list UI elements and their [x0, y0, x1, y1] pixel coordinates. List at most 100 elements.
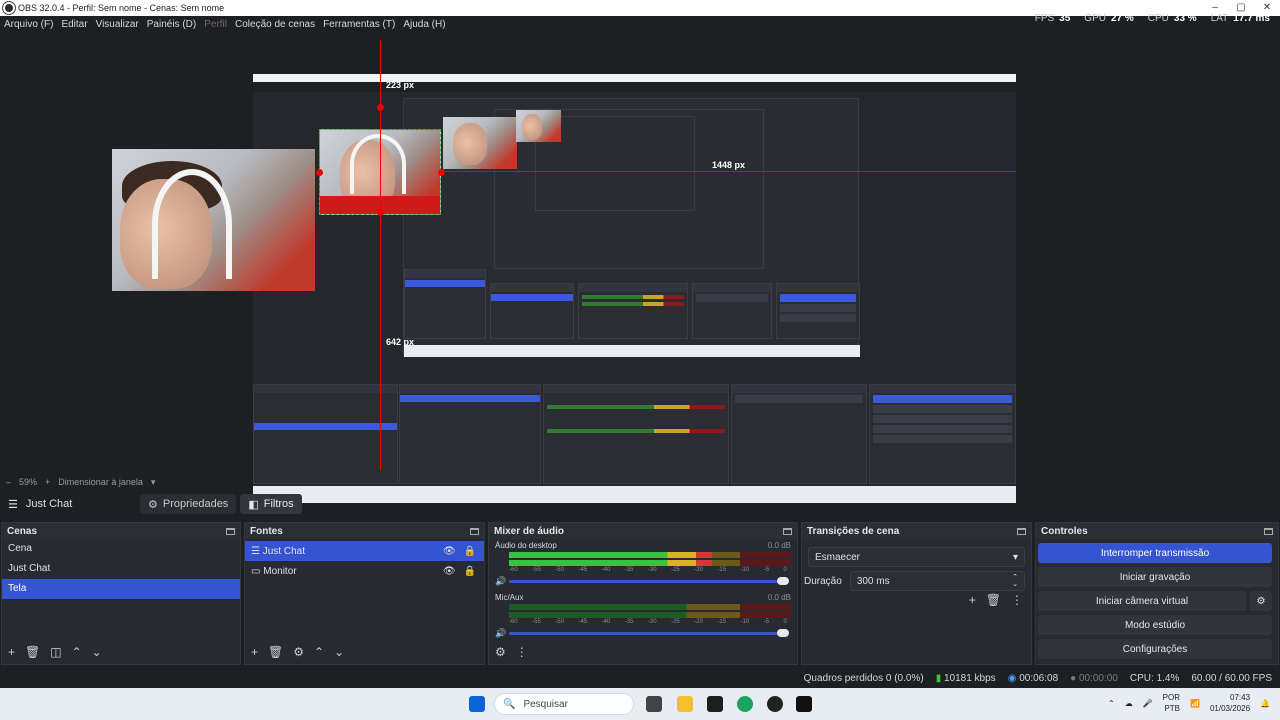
windows-start-icon[interactable] [469, 696, 485, 712]
meter-tick-label: -60 [509, 567, 518, 573]
dock-float-icon[interactable] [226, 527, 235, 535]
volume-slider-knob[interactable] [777, 629, 789, 637]
meter-tick-label: -35 [624, 619, 634, 625]
chevron-down-icon[interactable]: ⌄ [92, 645, 102, 659]
scene-item-tela[interactable]: Tela [2, 579, 240, 599]
handle-bottom[interactable] [377, 209, 384, 216]
more-options-icon[interactable]: ⋮ [516, 645, 528, 659]
studio-mode-button[interactable]: Modo estúdio [1038, 615, 1272, 635]
filters-button[interactable]: ◧ Filtros [240, 494, 302, 514]
filter-icon[interactable]: ◫ [50, 645, 61, 659]
zoom-out-button[interactable]: – [6, 477, 11, 487]
handle-right[interactable] [438, 169, 445, 176]
source-label: Just Chat [262, 545, 305, 557]
more-options-icon[interactable]: ⋮ [1011, 593, 1023, 607]
cloud-icon[interactable]: ☁ [1125, 699, 1133, 708]
microphone-icon[interactable]: 🎤 [1143, 699, 1153, 708]
clock[interactable]: 07:43 01/03/2026 [1210, 692, 1250, 714]
app-icon[interactable] [796, 696, 812, 712]
menu-scene-collection[interactable]: Coleção de cenas [231, 16, 319, 34]
speaker-icon[interactable]: 🔊 [495, 576, 509, 587]
notification-icon[interactable]: 🔔 [1260, 699, 1270, 708]
speaker-icon[interactable]: 🔊 [495, 628, 509, 639]
start-virtual-camera-button[interactable]: Iniciar câmera virtual [1038, 591, 1246, 611]
menu-view[interactable]: Visualizar [92, 16, 143, 34]
menu-docks[interactable]: Painéis (D) [143, 16, 200, 34]
dock-float-icon[interactable] [470, 527, 479, 535]
dock-float-icon[interactable] [1017, 527, 1026, 535]
inner-controls-dock [869, 384, 1016, 484]
taskbar-search[interactable]: 🔍 Pesquisar [494, 693, 634, 715]
audio-mixer-dock: Mixer de áudio Áudio do desktop 0.0 dB -6… [488, 522, 798, 665]
add-icon[interactable]: + [251, 645, 258, 659]
headset-icon [350, 134, 406, 194]
scene-item-just-chat[interactable]: Just Chat [2, 559, 240, 579]
menu-edit[interactable]: Editar [57, 16, 91, 34]
headset-icon [152, 169, 232, 279]
settings-button[interactable]: Configurações [1038, 639, 1272, 659]
webcam-source-nested-2 [516, 110, 561, 142]
duration-spinbox[interactable]: 300 ms ⌃ ⌄ [849, 571, 1025, 591]
wifi-icon[interactable]: 📶 [1190, 699, 1200, 708]
advanced-audio-icon[interactable]: ⚙ [495, 645, 506, 659]
mini-scenes-dock [404, 269, 486, 339]
menu-profile[interactable]: Perfil [200, 16, 231, 34]
volume-slider[interactable] [509, 577, 789, 585]
transition-select[interactable]: Esmaecer ▾ [808, 547, 1025, 567]
mixer-channel-mic: Mic/Aux 0.0 dB -60 -55 -50 -45 -40 -35 -30 -25 -2… [489, 591, 797, 639]
chevron-up-icon[interactable]: ⌃ [314, 645, 324, 659]
start-recording-button[interactable]: Iniciar gravação [1038, 567, 1272, 587]
dock-float-icon[interactable] [783, 527, 792, 535]
zoom-mode-select[interactable]: Dimensionar à janela [58, 477, 143, 487]
file-explorer-icon[interactable] [677, 696, 693, 712]
menu-help[interactable]: Ajuda (H) [399, 16, 449, 34]
eye-icon[interactable]: 👁 [443, 546, 456, 557]
add-icon[interactable]: + [969, 593, 976, 607]
chevron-up-icon[interactable]: ⌃ [72, 645, 82, 659]
volume-slider[interactable] [509, 629, 789, 637]
meter-tick-label: 0 [783, 567, 787, 573]
inner-menubar [253, 82, 1016, 92]
obs-logo-icon [3, 2, 15, 14]
lock-icon[interactable]: 🔒 [464, 546, 476, 557]
obs-icon[interactable] [767, 696, 783, 712]
source-item-monitor[interactable]: ▭ Monitor 👁 🔒 [245, 561, 484, 581]
handle-top[interactable] [377, 104, 384, 111]
webcam-source[interactable] [112, 149, 315, 291]
handle-left[interactable] [316, 169, 323, 176]
meter-tick-label: -45 [578, 567, 588, 573]
trash-icon[interactable]: 🗑 [986, 593, 1001, 607]
lock-icon[interactable]: 🔒 [464, 566, 476, 577]
spin-arrows-icon[interactable]: ⌃ ⌄ [1012, 574, 1018, 588]
terminal-icon[interactable] [707, 696, 723, 712]
mini-controls-dock [776, 283, 860, 339]
chevron-up-icon[interactable]: ⌃ [1108, 699, 1115, 708]
menu-file[interactable]: Arquivo (F) [0, 16, 57, 34]
scene-item-cena[interactable]: Cena [2, 539, 240, 559]
stop-streaming-button[interactable]: Interromper transmissão [1038, 543, 1272, 563]
gear-icon[interactable]: ⚙ [293, 645, 304, 659]
zoom-in-button[interactable]: + [45, 477, 50, 487]
trash-icon[interactable]: 🗑 [25, 645, 40, 659]
sources-footer: + 🗑 ⚙ ⌃ ⌄ [245, 642, 484, 662]
gear-icon[interactable]: ⚙ [1250, 591, 1272, 611]
mini-sources-dock [490, 283, 574, 339]
chevron-down-icon[interactable]: ▾ [151, 477, 156, 488]
search-placeholder: Pesquisar [523, 698, 568, 710]
search-icon: 🔍 [503, 698, 516, 710]
source-item-just-chat[interactable]: ☰ Just Chat 👁 🔒 [245, 541, 484, 561]
chrome-icon[interactable] [737, 696, 753, 712]
language-indicator[interactable]: POR PTB [1163, 692, 1180, 714]
volume-slider-knob[interactable] [777, 577, 789, 585]
properties-button[interactable]: ⚙ Propriedades [140, 494, 237, 514]
eye-icon[interactable]: 👁 [443, 566, 456, 577]
dock-float-icon[interactable] [1264, 527, 1273, 535]
task-view-icon[interactable] [646, 696, 662, 712]
chevron-down-icon[interactable]: ⌄ [334, 645, 344, 659]
preview-area[interactable]: 223 px 1448 px 642 px [0, 34, 1280, 503]
menu-tools[interactable]: Ferramentas (T) [319, 16, 399, 34]
add-icon[interactable]: + [8, 645, 15, 659]
trash-icon[interactable]: 🗑 [268, 645, 283, 659]
meter-tick-label: -25 [671, 567, 680, 573]
source-label: Monitor [263, 565, 297, 577]
